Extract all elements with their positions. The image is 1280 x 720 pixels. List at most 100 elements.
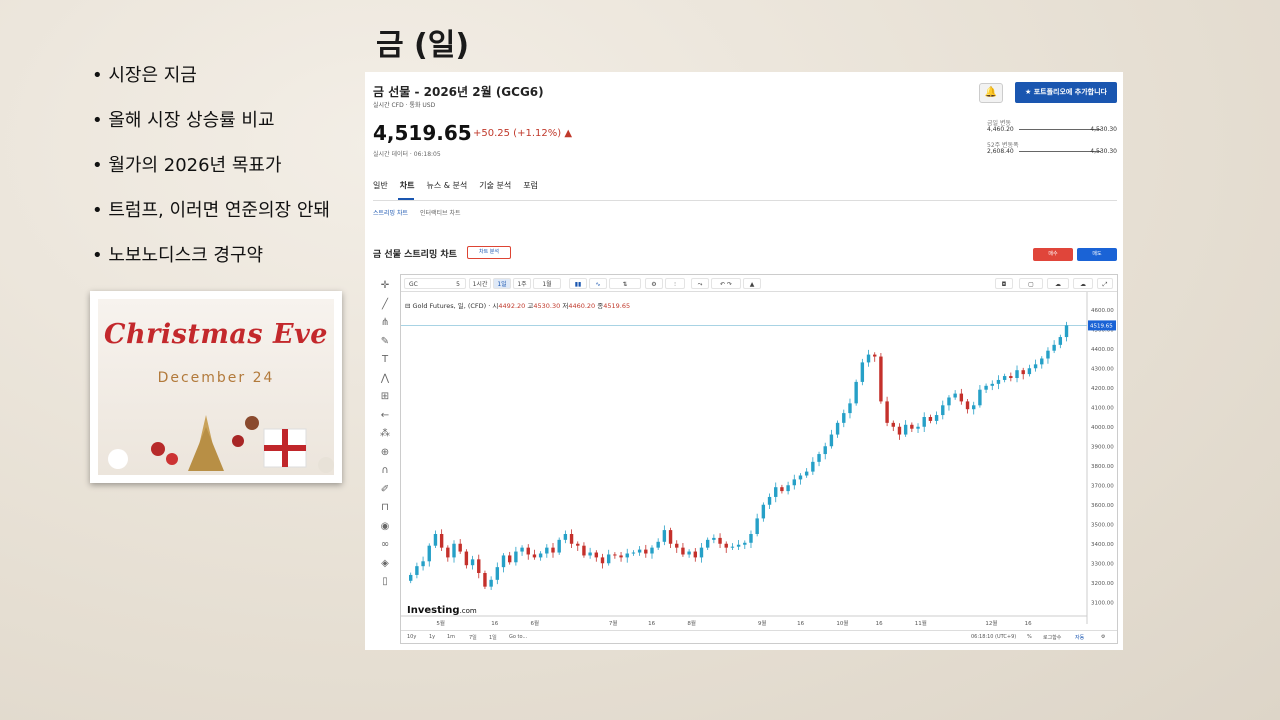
shapes-icon[interactable]: ⁂ (377, 425, 393, 444)
subtab-streaming[interactable]: 스트리밍 차트 (373, 210, 408, 217)
candle-body (507, 555, 512, 563)
cloud-load-icon[interactable]: ☁ (1047, 278, 1069, 289)
range-10y[interactable]: 10y (407, 634, 416, 640)
y-tick-label: 3800.00 (1091, 464, 1114, 470)
candle-body (780, 487, 784, 492)
tab-chart[interactable]: 차트 (400, 180, 415, 191)
range-1d[interactable]: 1일 (489, 634, 497, 641)
trash-icon[interactable]: ▯ (377, 573, 393, 592)
chart-settings-icon[interactable]: ⚙ (1101, 634, 1105, 640)
tab-forum[interactable]: 포럼 (523, 180, 538, 191)
candle-body (563, 534, 568, 540)
candle-body (582, 545, 586, 556)
candle-body (829, 434, 834, 447)
candle-body (693, 551, 698, 558)
pencil-lock-icon[interactable]: ✐ (377, 481, 393, 500)
brush-icon[interactable]: ✎ (377, 333, 393, 352)
layout-icon[interactable]: ▢ (1019, 278, 1043, 289)
tab-news[interactable]: 뉴스 & 분석 (426, 180, 467, 191)
candle-body (439, 534, 444, 548)
chart-toolbar: GC 5 1시간 1일 1주 1월 ▮▮ ∿ ⇅ ⚙ ⫶ ⤳ ↶ ↷ ▲ ◘ ▢ … (401, 275, 1117, 292)
interval-1m[interactable]: 1월 (533, 278, 561, 289)
candle-body (588, 552, 592, 556)
text-icon[interactable]: T (377, 351, 393, 370)
y-tick-label: 3300.00 (1091, 561, 1114, 567)
x-tick-label: 16 (1025, 621, 1032, 627)
subtab-interactive[interactable]: 인터랙티브 차트 (420, 210, 461, 217)
candle-type-icon[interactable]: ▮▮ (569, 278, 587, 289)
alert-bell-icon[interactable]: 🔔 (979, 83, 1003, 103)
percent-toggle[interactable]: % (1027, 634, 1032, 640)
y-tick-label: 4300.00 (1091, 366, 1114, 372)
y-tick-label: 4400.00 (1091, 347, 1114, 353)
candle-body (934, 415, 939, 421)
log-toggle[interactable]: 로그함수 (1043, 634, 1061, 641)
chart-analysis-button[interactable]: 차트 분석 (467, 246, 511, 259)
settings-gear-icon[interactable]: ⚙ (645, 278, 663, 289)
candle-body (452, 543, 456, 558)
camera-icon[interactable]: ◘ (995, 278, 1013, 289)
section-tabs: 일반 차트 뉴스 & 분석 기술 분석 포럼 (373, 180, 550, 191)
y-tick-label: 4000.00 (1091, 425, 1114, 431)
candle-body (860, 362, 865, 382)
interval-1w[interactable]: 1주 (513, 278, 531, 289)
candle-body (804, 471, 809, 476)
crosshair-icon[interactable]: ✛ (377, 277, 393, 296)
fullscreen-icon[interactable]: ⤢ (1097, 278, 1113, 289)
candle-body (848, 403, 852, 414)
range-7d[interactable]: 7일 (469, 634, 477, 641)
link-icon[interactable]: ∞ (377, 536, 393, 555)
candle-body (433, 534, 438, 546)
goto-date[interactable]: Go to... (509, 634, 527, 640)
auto-toggle[interactable]: 자동 (1075, 634, 1084, 641)
x-tick-label: 7월 (609, 619, 618, 627)
cloud-save-icon[interactable]: ☁ (1073, 278, 1093, 289)
pitchfork-icon[interactable]: ⋔ (377, 314, 393, 333)
compare-icon[interactable]: ⇅ (609, 278, 641, 289)
candle-body (483, 573, 487, 587)
price-change: +50.25 (+1.12%) ▲ (473, 128, 573, 139)
interval-1h[interactable]: 1시간 (469, 278, 491, 289)
day-range: 금일 변동 4,460.20 4,530.30 (987, 120, 1117, 133)
alert-icon[interactable]: ▲ (743, 278, 761, 289)
candle-body (959, 393, 964, 402)
x-tick-label: 5월 (436, 619, 445, 627)
trendline-icon[interactable]: ╱ (377, 296, 393, 315)
interval-1d[interactable]: 1일 (493, 278, 511, 289)
candlestick-chart[interactable]: 3100.00 3200.00 3300.00 3400.00 3500.00 3600.… (401, 292, 1117, 632)
indicators-icon[interactable]: ⫶ (665, 278, 685, 289)
y-tick-label: 3500.00 (1091, 522, 1114, 528)
zoom-icon[interactable]: ⊕ (377, 444, 393, 463)
layers-icon[interactable]: ◈ (377, 555, 393, 574)
candle-body (551, 547, 555, 553)
symbol-input[interactable]: GC 5 (404, 278, 466, 289)
range-1m[interactable]: 1m (447, 634, 455, 640)
y-tick-label: 4600.00 (1091, 308, 1114, 314)
candle-body (1046, 350, 1050, 359)
candle-body (464, 551, 469, 566)
add-to-portfolio-button[interactable]: ★ 포트폴리오에 추가합니다 (1015, 82, 1117, 103)
pattern-icon[interactable]: ⋀ (377, 370, 393, 389)
line-type-icon[interactable]: ∿ (589, 278, 607, 289)
magnet-icon[interactable]: ∩ (377, 462, 393, 481)
template-icon[interactable]: ⤳ (691, 278, 709, 289)
candle-body (489, 579, 493, 587)
sell-button[interactable]: 매도 (1077, 248, 1117, 261)
undo-redo-icon[interactable]: ↶ ↷ (711, 278, 741, 289)
candle-body (910, 424, 914, 429)
tab-technical[interactable]: 기술 분석 (479, 180, 511, 191)
eye-icon[interactable]: ◉ (377, 518, 393, 537)
server-time: 06:18:10 (UTC+9) (971, 634, 1017, 640)
lock-icon[interactable]: ⊓ (377, 499, 393, 518)
candle-body (1009, 376, 1013, 378)
x-tick-label: 8월 (687, 619, 696, 627)
drawing-toolbar: ✛ ╱ ⋔ ✎ T ⋀ ⊞ ← ⁂ ⊕ ∩ ✐ ⊓ ◉ ∞ ◈ ▯ (377, 277, 393, 592)
tab-general[interactable]: 일반 (373, 180, 388, 191)
candle-body (427, 545, 431, 562)
range-1y[interactable]: 1y (429, 634, 435, 640)
measure-icon[interactable]: ⊞ (377, 388, 393, 407)
buy-button[interactable]: 매수 (1033, 248, 1073, 261)
candle-body (631, 552, 636, 554)
candle-body (854, 381, 858, 404)
back-arrow-icon[interactable]: ← (377, 407, 393, 426)
